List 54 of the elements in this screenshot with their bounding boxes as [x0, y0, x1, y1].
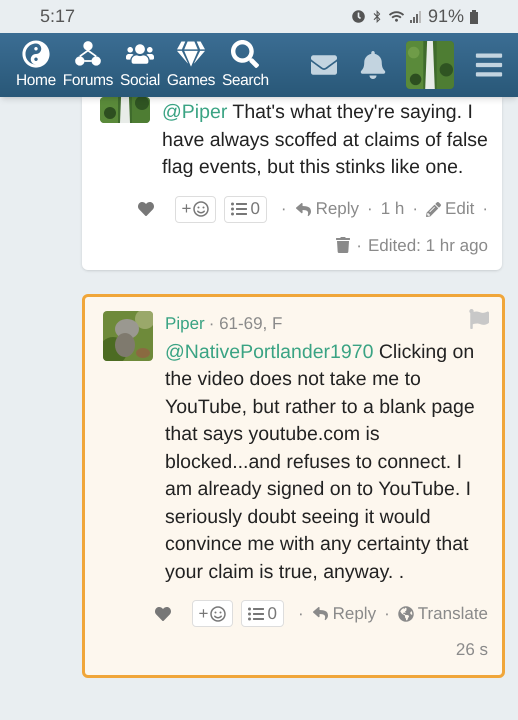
separator-dot: ·: [298, 602, 304, 625]
yin-yang-icon: [22, 40, 50, 68]
bluetooth-icon: [370, 10, 383, 23]
profile-avatar[interactable]: [406, 41, 454, 89]
separator-dot: ·: [356, 234, 362, 256]
separator-dot: ·: [384, 602, 390, 625]
separator-dot: ·: [412, 198, 418, 220]
heart-icon[interactable]: [136, 201, 154, 217]
nav-tab[interactable]: Forums: [60, 40, 116, 90]
author-link[interactable]: Piper: [165, 311, 205, 336]
nav-tab[interactable]: Home: [14, 40, 58, 90]
nav-tab[interactable]: Search: [220, 40, 271, 90]
reply-button[interactable]: Reply: [312, 600, 376, 626]
diamond-icon: [176, 40, 205, 68]
mention-link[interactable]: @NativePortlander1970: [165, 340, 374, 362]
list-button[interactable]: 0: [224, 196, 267, 222]
list-icon: [231, 201, 248, 217]
smiley-icon: [193, 201, 210, 217]
smiley-icon: [210, 606, 226, 622]
heart-icon[interactable]: [154, 606, 172, 622]
globe-icon: [398, 606, 414, 622]
comment-text: @Piper That's what they're saying. I have always scoffed at claims of false flag events, but this stinks like one.: [162, 100, 488, 180]
react-button[interactable]: +: [174, 196, 216, 222]
user-avatar[interactable]: [100, 97, 150, 123]
wifi-icon: [388, 10, 404, 23]
people-network-icon: [74, 40, 102, 68]
mention-link[interactable]: @Piper: [162, 101, 228, 123]
nav-tab[interactable]: Social: [118, 40, 162, 90]
comment-text: @NativePortlander1970 Clicking on the video does not take me to YouTube, but rather to a blank page that says youtube.com is blocked...and refuses to connect. I am already signed on to YouTube. I seriously doubt seeing it would convince me with any certainty that your claim is true, anyway. .: [165, 340, 476, 584]
delete-button[interactable]: [336, 237, 350, 254]
battery-percent: 91%: [428, 5, 464, 28]
trash-icon: [336, 237, 350, 254]
list-icon: [248, 606, 264, 622]
battery-icon: [470, 10, 478, 24]
separator-dot: ·: [482, 198, 488, 220]
reply-icon: [312, 606, 329, 621]
signal-icon: [410, 10, 422, 22]
author-meta: · 61-69, F: [208, 313, 282, 335]
timestamp: 26 s: [456, 639, 488, 661]
nav-tab[interactable]: Games: [164, 40, 217, 90]
reply-icon: [294, 202, 312, 216]
separator-dot: ·: [367, 198, 373, 220]
list-button[interactable]: 0: [241, 600, 284, 627]
translate-button[interactable]: Translate: [398, 600, 488, 626]
clock-time: 5:17: [40, 5, 76, 28]
reply-button[interactable]: Reply: [294, 196, 360, 222]
pencil-icon: [426, 202, 442, 216]
react-button[interactable]: +: [192, 600, 234, 627]
timestamp: Edited: 1 hr ago: [368, 234, 488, 256]
search-icon: [231, 40, 260, 68]
notification-bell-icon[interactable]: [360, 51, 386, 79]
separator-dot: ·: [280, 198, 287, 220]
timestamp: 1 h: [380, 198, 404, 220]
edit-button[interactable]: Edit: [426, 196, 474, 222]
